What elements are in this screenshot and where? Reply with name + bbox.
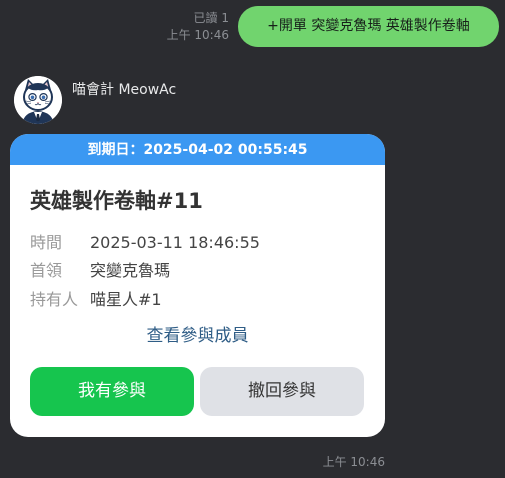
sender-name[interactable]: 喵會計 MeowAc: [72, 80, 176, 100]
outgoing-message-text: +開單 突變克魯瑪 英雄製作卷軸: [267, 18, 470, 34]
join-button[interactable]: 我有參與: [30, 367, 194, 416]
incoming-message-time: 上午 10:46: [322, 455, 385, 469]
detail-row-time: 時間 2025-03-11 18:46:55: [30, 230, 260, 256]
card-title: 英雄製作卷軸#11: [30, 189, 203, 213]
outgoing-message-meta: 已讀 1 上午 10:46: [167, 10, 229, 44]
read-receipt: 已讀 1: [193, 11, 229, 25]
withdraw-button[interactable]: 撤回參與: [200, 367, 364, 416]
detail-value: 突變克魯瑪: [90, 261, 171, 280]
detail-row-boss: 首領 突變克魯瑪: [30, 258, 170, 284]
detail-row-holder: 持有人 喵星人#1: [30, 287, 162, 313]
card-expiry-header: 到期日：2025-04-02 00:55:45: [10, 134, 385, 165]
detail-value: 2025-03-11 18:46:55: [90, 233, 260, 252]
outgoing-message-time: 上午 10:46: [166, 28, 229, 42]
detail-label: 持有人: [30, 290, 79, 309]
detail-value: 喵星人#1: [90, 290, 162, 309]
scroll-record-card: 到期日：2025-04-02 00:55:45 英雄製作卷軸#11 時間 2025…: [10, 134, 385, 437]
detail-label: 首領: [30, 261, 63, 280]
detail-label: 時間: [30, 233, 63, 252]
cat-avatar-icon: [14, 76, 62, 124]
outgoing-message-bubble[interactable]: +開單 突變克魯瑪 英雄製作卷軸: [238, 6, 499, 47]
cat-accountant-avatar[interactable]: [14, 76, 62, 124]
view-members-link[interactable]: 查看參與成員: [10, 323, 385, 349]
